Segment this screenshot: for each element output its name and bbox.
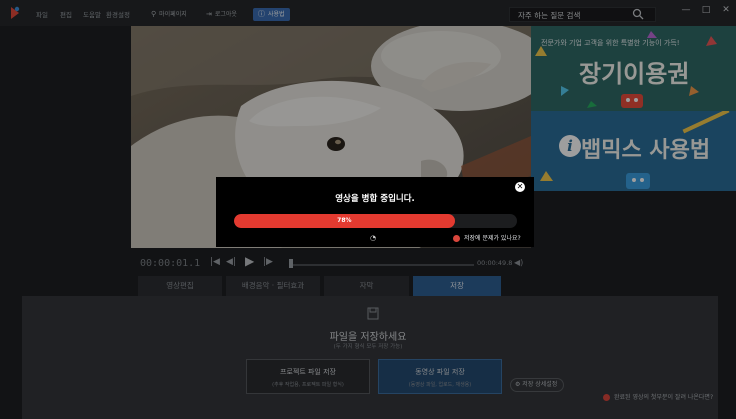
alert-icon xyxy=(603,394,610,401)
menu-file[interactable]: 파일 xyxy=(36,9,48,19)
logout-button[interactable]: ⇥ 로그아웃 xyxy=(201,8,242,21)
user-icon: ⚲ xyxy=(151,10,157,18)
save-problem-link[interactable]: 저장에 문제가 있나요? xyxy=(453,233,521,242)
loading-spinner-icon: ◔ xyxy=(370,234,377,242)
user-guide-button[interactable]: ⓘ 사용법 xyxy=(253,8,290,21)
menu-help[interactable]: 도움말 xyxy=(83,9,101,19)
seek-bar[interactable] xyxy=(290,264,474,266)
search-icon[interactable] xyxy=(632,8,644,20)
save-title: 파일을 저장하세요 xyxy=(329,332,407,343)
prev-frame-icon[interactable]: ◀| xyxy=(226,257,236,267)
current-time: 00:00:01.1 xyxy=(140,258,201,269)
app-logo-icon xyxy=(11,6,20,19)
save-project-button[interactable]: 프로젝트 파일 저장 (추후 작업용, 프로젝트 파일 형식) xyxy=(246,359,370,394)
merge-progress-dialog: 영상을 병합 중입니다. ✕ 78% ◔ 저장에 문제가 있나요? xyxy=(216,177,534,247)
close-icon[interactable]: ✕ xyxy=(515,182,525,192)
volume-icon[interactable]: ◀) xyxy=(514,258,523,267)
merge-progress-bar: 78% xyxy=(234,214,517,228)
tab-music-filter[interactable]: 배경음악 · 필터효과 xyxy=(226,276,320,296)
cut-start-help-link[interactable]: 완료된 영상의 첫부분이 잘려 나온다면? xyxy=(603,392,713,401)
menu-settings[interactable]: 환경설정 xyxy=(106,9,130,19)
ad-banner[interactable]: 전문가와 기업 고객을 위한 특별한 기능이 가득! 장기이용권 i 뱁믹스 사… xyxy=(531,26,736,191)
save-settings-button[interactable]: ⚙ 저장 상세설정 xyxy=(510,378,565,392)
seek-handle[interactable] xyxy=(289,259,293,268)
maximize-button[interactable]: □ xyxy=(696,3,716,17)
info-icon: ⓘ xyxy=(258,10,265,18)
mypage-button[interactable]: ⚲ 마이페이지 xyxy=(146,8,192,21)
tab-subtitle[interactable]: 자막 xyxy=(324,276,409,296)
total-duration: 00:00:49.8 xyxy=(477,259,513,267)
ad-long-term-pass[interactable]: 전문가와 기업 고객을 위한 특별한 기능이 가득! 장기이용권 xyxy=(531,26,736,111)
tab-video-edit[interactable]: 영상편집 xyxy=(138,276,222,296)
minimize-button[interactable]: — xyxy=(676,3,696,17)
skip-start-icon[interactable]: |◀ xyxy=(210,257,220,267)
save-file-icon xyxy=(367,307,379,320)
play-icon[interactable]: ▶ xyxy=(245,254,254,268)
dialog-title: 영상을 병합 중입니다. xyxy=(335,194,415,204)
top-bar: 파일 편집 도움말 환경설정 ⚲ 마이페이지 ⇥ 로그아웃 ⓘ 사용법 자주 하는 질… xyxy=(0,0,736,26)
tab-save[interactable]: 저장 xyxy=(413,276,501,296)
progress-label: 78% xyxy=(337,217,352,224)
info-icon: i xyxy=(559,135,581,157)
save-video-button[interactable]: 동영상 파일 저장 (동영상 파일, 업로드, 재생용) xyxy=(378,359,502,394)
close-window-button[interactable]: ✕ xyxy=(716,3,736,17)
logout-icon: ⇥ xyxy=(206,10,212,18)
next-frame-icon[interactable]: |▶ xyxy=(263,257,273,267)
save-subtitle: (두 가지 형식 모두 저장 가능) xyxy=(333,344,403,350)
menu-edit[interactable]: 편집 xyxy=(60,9,72,19)
alert-icon xyxy=(453,235,460,242)
